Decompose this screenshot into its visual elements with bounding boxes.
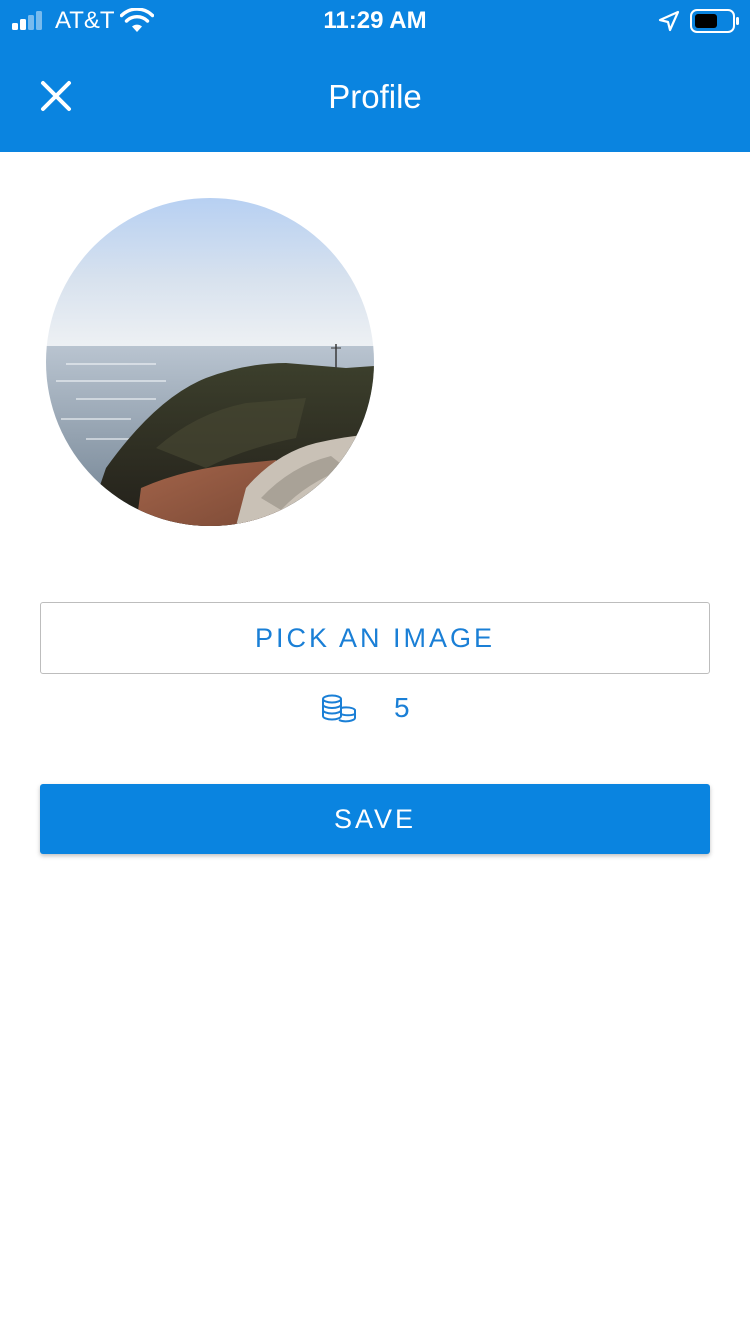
battery-icon — [690, 9, 739, 33]
app-header: AT&T 11:29 AM Profile — [0, 0, 750, 152]
profile-avatar — [46, 198, 374, 526]
page-title: Profile — [328, 78, 422, 115]
pick-image-button[interactable]: PICK AN IMAGE — [40, 602, 710, 674]
save-button-label: SAVE — [333, 803, 417, 834]
coins-balance: 5 — [0, 690, 750, 730]
profile-photo — [46, 198, 374, 526]
coins-icon — [322, 694, 356, 723]
status-time: 11:29 AM — [323, 7, 427, 34]
status-bar: AT&T 11:29 AM — [0, 0, 750, 40]
location-arrow-icon — [658, 10, 680, 32]
pick-image-label: PICK AN IMAGE — [254, 622, 496, 653]
title-bar: Profile — [0, 40, 750, 152]
coins-count: 5 — [394, 692, 410, 723]
save-button[interactable]: SAVE — [40, 784, 710, 854]
